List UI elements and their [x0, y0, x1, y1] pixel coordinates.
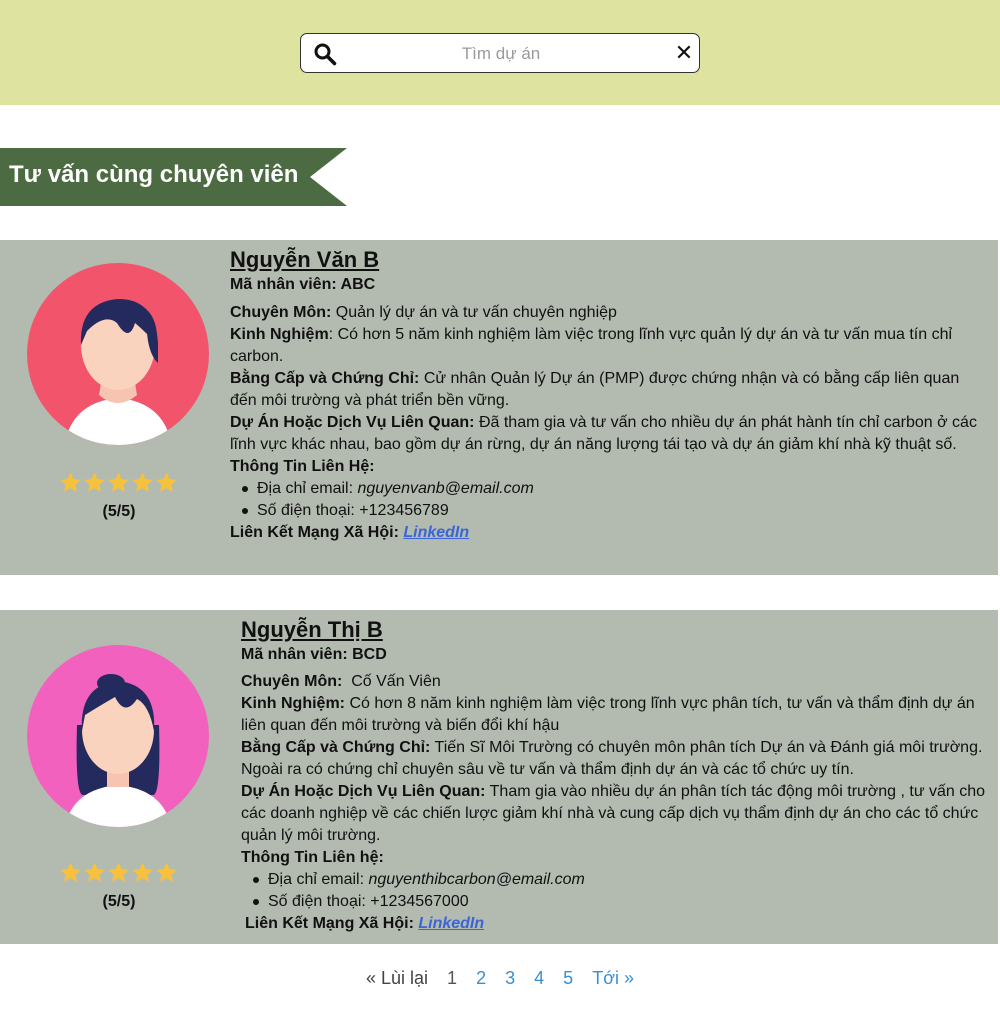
experience-value: : Có hơn 5 năm kinh nghiệm làm việc tron…	[230, 326, 953, 365]
expert-info: Nguyễn Thị B Mã nhân viên: BCD Chuyên Mô…	[241, 616, 991, 935]
search-input[interactable]	[346, 40, 656, 68]
specialty: Chuyên Môn: Cố Vấn Viên	[241, 671, 991, 693]
phone-item: Số điện thoại: +123456789	[240, 500, 990, 522]
section-title: Tư vấn cùng chuyên viên	[9, 161, 299, 188]
star-icon	[84, 862, 105, 882]
degrees: Bằng Cấp và Chứng Chỉ: Tiến Sĩ Môi Trườn…	[241, 737, 991, 781]
social: Liên Kết Mạng Xã Hội: LinkedIn	[241, 913, 991, 935]
projects: Dự Án Hoặc Dịch Vụ Liên Quan: Tham gia v…	[241, 781, 991, 847]
email-value: nguyenthibcarbon@email.com	[368, 871, 585, 888]
employee-id: Mã nhân viên: BCD	[241, 646, 387, 663]
email-value: nguyenvanb@email.com	[357, 480, 534, 497]
projects: Dự Án Hoặc Dịch Vụ Liên Quan: Đã tham gi…	[230, 412, 990, 456]
page-5[interactable]: 5	[563, 968, 573, 989]
star-icon	[108, 472, 129, 492]
expert-name: Nguyễn Thị B	[241, 617, 383, 642]
contact-heading: Thông Tin Liên Hệ:	[230, 458, 375, 475]
email-item: Địa chỉ email: nguyenthibcarbon@email.co…	[251, 869, 991, 891]
top-bar: ✕	[0, 0, 1000, 105]
expert-card: (5/5) Nguyễn Văn B Mã nhân viên: ABC Chu…	[0, 240, 998, 575]
email-item: Địa chỉ email: nguyenvanb@email.com	[240, 478, 990, 500]
star-icon	[132, 472, 153, 492]
star-icon	[60, 472, 81, 492]
specialty-label: Chuyên Môn:	[241, 673, 343, 690]
expert-card: (5/5) Nguyễn Thị B Mã nhân viên: BCD Chu…	[0, 610, 998, 944]
avatar	[27, 645, 209, 827]
star-icon	[156, 862, 177, 882]
pagination: « Lùi lại 1 2 3 4 5 Tới »	[0, 968, 1000, 998]
projects-label: Dự Án Hoặc Dịch Vụ Liên Quan:	[241, 783, 486, 800]
phone-item: Số điện thoại: +1234567000	[251, 891, 991, 913]
experience: Kinh Nghiệm: Có hơn 8 năm kinh nghiệm là…	[241, 693, 991, 737]
star-icon	[108, 862, 129, 882]
employee-id: Mã nhân viên: ABC	[230, 276, 376, 293]
star-icon	[156, 472, 177, 492]
expert-info: Nguyễn Văn B Mã nhân viên: ABC Chuyên Mô…	[230, 246, 990, 544]
section-banner: Tư vấn cùng chuyên viên	[0, 148, 347, 206]
linkedin-link[interactable]: LinkedIn	[418, 915, 484, 932]
social-label: Liên Kết Mạng Xã Hội:	[245, 915, 419, 932]
star-icon	[84, 472, 105, 492]
social: Liên Kết Mạng Xã Hội: LinkedIn	[230, 522, 990, 544]
experience-label: Kinh Nghiệm	[230, 326, 329, 343]
social-label: Liên Kết Mạng Xã Hội:	[230, 524, 404, 541]
search-icon[interactable]	[313, 42, 337, 66]
page-4[interactable]: 4	[534, 968, 544, 989]
star-icon	[60, 862, 81, 882]
projects-label: Dự Án Hoặc Dịch Vụ Liên Quan:	[230, 414, 475, 431]
degree-label: Bằng Cấp và Chứng Chỉ:	[230, 370, 420, 387]
specialty-value: Quản lý dự án và tư vấn chuyên nghiệp	[331, 304, 617, 321]
page-2[interactable]: 2	[476, 968, 486, 989]
star-icon	[132, 862, 153, 882]
degree-label: Bằng Cấp và Chứng Chỉ:	[241, 739, 431, 756]
linkedin-link[interactable]: LinkedIn	[403, 524, 469, 541]
experience: Kinh Nghiệm: Có hơn 5 năm kinh nghiệm là…	[230, 324, 990, 368]
rating-score: (5/5)	[102, 893, 136, 910]
email-label: Địa chỉ email:	[268, 871, 369, 888]
specialty-value: Cố Vấn Viên	[342, 673, 441, 690]
experience-value: Có hơn 8 năm kinh nghiệm làm việc trong …	[241, 695, 975, 734]
expert-name: Nguyễn Văn B	[230, 247, 380, 272]
specialty: Chuyên Môn: Quản lý dự án và tư vấn chuy…	[230, 302, 990, 324]
email-label: Địa chỉ email:	[257, 480, 358, 497]
degrees: Bằng Cấp và Chứng Chỉ: Cử nhân Quản lý D…	[230, 368, 990, 412]
prev-page-link[interactable]: « Lùi lại	[366, 968, 428, 989]
page-3[interactable]: 3	[505, 968, 515, 989]
contact-heading: Thông Tin Liên hệ:	[241, 849, 384, 866]
experience-label: Kinh Nghiệm:	[241, 695, 345, 712]
contact-list: Địa chỉ email: nguyenvanb@email.com Số đ…	[230, 478, 990, 522]
search-box[interactable]: ✕	[300, 33, 700, 73]
avatar	[27, 263, 209, 445]
next-page-link[interactable]: Tới »	[592, 968, 634, 989]
contact-list: Địa chỉ email: nguyenthibcarbon@email.co…	[241, 869, 991, 913]
rating-stars	[59, 861, 179, 885]
specialty-label: Chuyên Môn:	[230, 304, 332, 321]
close-icon[interactable]: ✕	[673, 41, 695, 65]
rating-stars	[59, 471, 179, 495]
page-1: 1	[447, 968, 458, 988]
rating-score: (5/5)	[102, 503, 136, 520]
